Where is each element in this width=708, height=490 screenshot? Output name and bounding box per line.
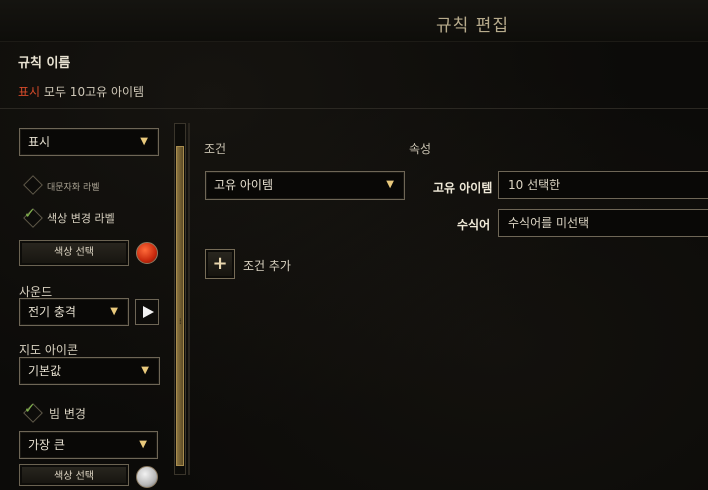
beam-change-label: 빔 변경 [49,407,86,421]
sound-dropdown-value: 전기 충격 [28,305,76,319]
condition-dropdown[interactable]: 고유 아이템 ▼ [205,171,405,200]
display-dropdown[interactable]: 표시 ▼ [19,128,159,156]
play-icon [143,306,154,318]
rule-summary-action: 표시 [18,85,41,99]
left-panel-scrollbar[interactable]: ⁞ [174,123,186,475]
modifier-field[interactable]: 수식어를 미선택 [498,209,708,237]
checkmark-icon: ✓ [24,401,36,417]
beam-dropdown[interactable]: 가장 큰 ▼ [19,431,158,459]
conditions-label: 조건 [204,142,227,156]
unique-item-field[interactable]: 10 선택한 [498,171,708,199]
grip-icon: ⁞ [179,317,182,326]
add-condition-label: 조건 추가 [243,259,291,273]
beam-color-select-button[interactable]: 색상 선택 [19,464,129,486]
rule-name-label: 규칙 이름 [18,56,71,71]
map-icon-dropdown-value: 기본값 [28,364,62,378]
chevron-down-icon: ▼ [110,306,118,317]
color-change-label: 색상 변경 라벨 [47,212,115,225]
display-dropdown-value: 표시 [28,135,51,149]
scrollbar-thumb[interactable]: ⁞ [176,146,184,466]
color-swatch[interactable] [136,242,158,264]
chevron-down-icon: ▼ [140,136,148,147]
condition-dropdown-value: 고유 아이템 [214,178,274,192]
divider [0,108,708,109]
page-title: 규칙 편집 [436,16,509,36]
chevron-down-icon: ▼ [386,179,394,190]
add-condition-button[interactable]: + [205,249,235,279]
map-icon-label: 지도 아이콘 [19,343,79,357]
title-bar: 규칙 편집 [0,0,708,42]
panel-divider [188,123,190,475]
plus-icon: + [212,253,228,274]
map-icon-dropdown[interactable]: 기본값 ▼ [19,357,160,385]
chevron-down-icon: ▼ [139,439,147,450]
modifier-label: 수식어 [457,218,491,232]
rule-summary-rest: 모두 10고유 아이템 [40,85,145,99]
unique-item-label: 고유 아이템 [433,181,493,195]
rule-name-text[interactable]: 표시 모두 10고유 아이템 [18,83,144,100]
color-select-button[interactable]: 색상 선택 [19,240,129,266]
beam-dropdown-value: 가장 큰 [28,438,65,452]
checkmark-icon: ✓ [24,206,36,222]
properties-label: 속성 [409,142,432,156]
capitalize-label-text: 대문자화 라벨 [47,183,100,193]
play-sound-button[interactable] [135,299,159,325]
chevron-down-icon: ▼ [141,365,149,376]
sound-dropdown[interactable]: 전기 충격 ▼ [19,298,129,326]
beam-color-swatch[interactable] [136,466,158,488]
